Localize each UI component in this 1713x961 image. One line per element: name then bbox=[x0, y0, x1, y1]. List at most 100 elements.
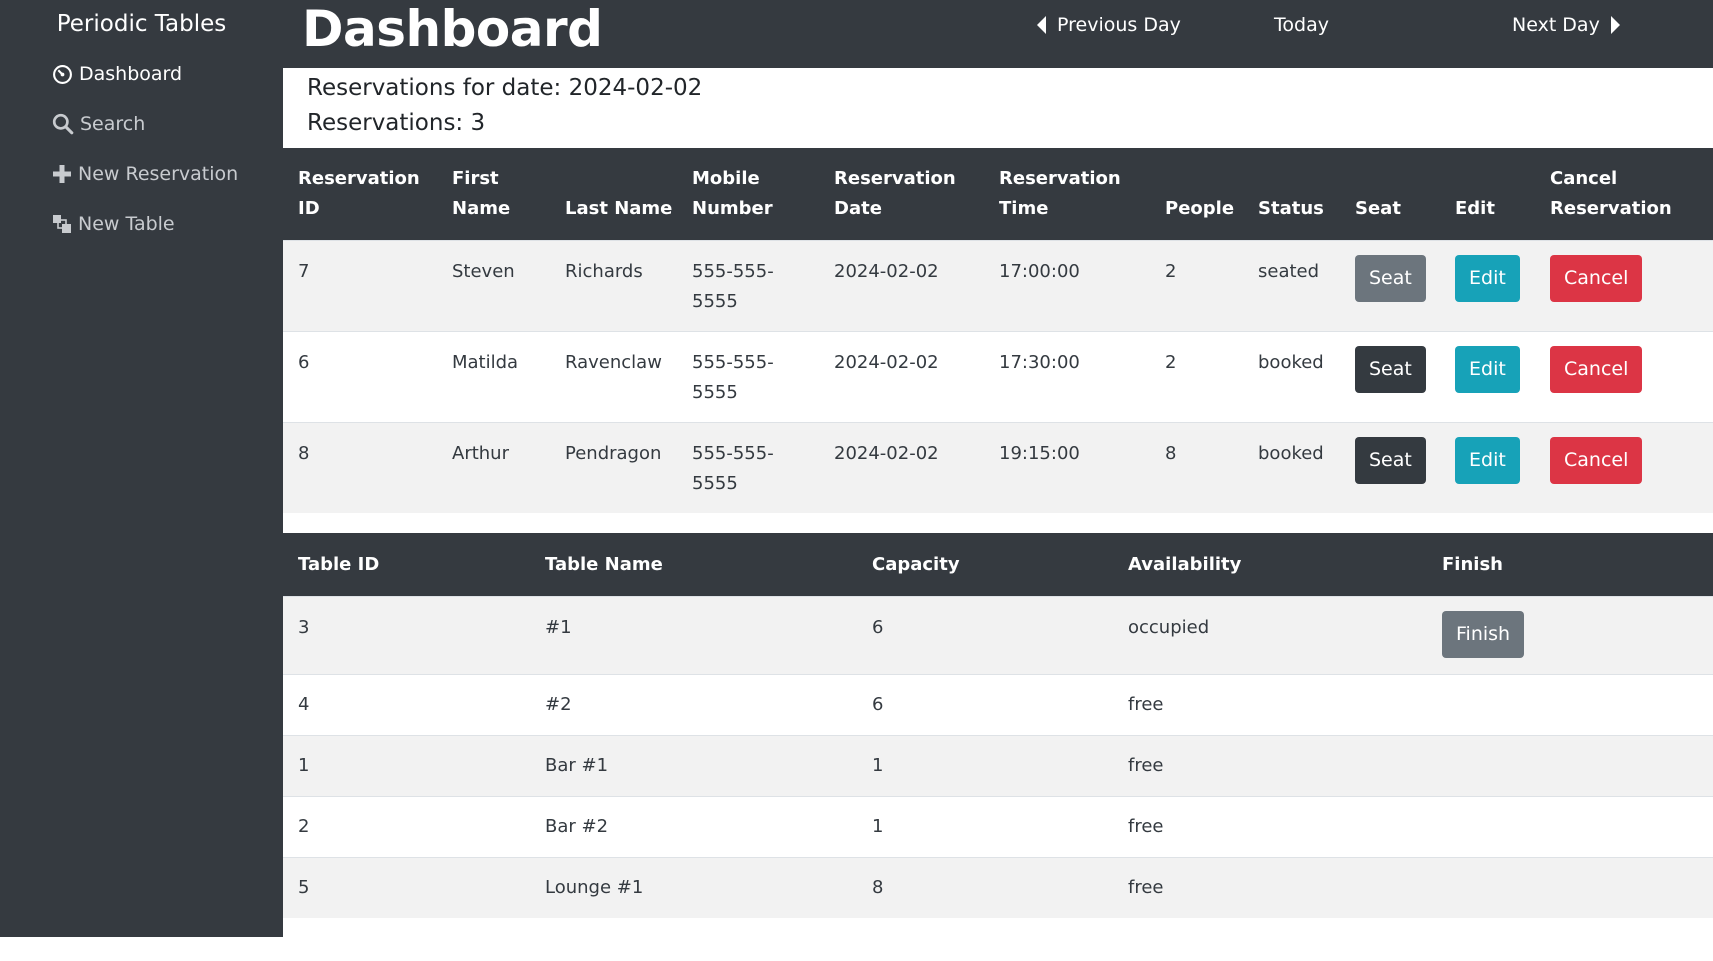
table-name: Bar #1 bbox=[530, 734, 857, 796]
cancel-cell: Cancel bbox=[1535, 330, 1713, 422]
edit-button[interactable]: Edit bbox=[1455, 436, 1520, 484]
sidebar-item-label: Search bbox=[80, 113, 146, 135]
table-capacity: 8 bbox=[857, 856, 1113, 918]
column-header: Availability bbox=[1113, 533, 1427, 596]
sidebar-item-label: Dashboard bbox=[79, 63, 183, 85]
seat-button[interactable]: Seat bbox=[1355, 436, 1426, 484]
column-header: Status bbox=[1243, 148, 1340, 240]
people-count: 2 bbox=[1150, 239, 1243, 331]
sidebar-item-search[interactable]: Search bbox=[52, 109, 145, 139]
seat-button[interactable]: Seat bbox=[1355, 254, 1426, 302]
seat-cell: Seat bbox=[1340, 330, 1440, 422]
reservations-count: Reservations: 3 bbox=[307, 110, 486, 136]
reservation-id: 7 bbox=[283, 239, 437, 331]
previous-day-label: Previous Day bbox=[1057, 14, 1181, 36]
table-id: 2 bbox=[283, 795, 530, 857]
reservation-time: 17:00:00 bbox=[984, 239, 1150, 331]
column-header: Seat bbox=[1340, 148, 1440, 240]
column-header: Edit bbox=[1440, 148, 1535, 240]
column-header: Table ID bbox=[283, 533, 530, 596]
edit-cell: Edit bbox=[1440, 330, 1535, 422]
search-icon bbox=[52, 113, 74, 135]
table-capacity: 1 bbox=[857, 734, 1113, 796]
previous-day-button[interactable]: Previous Day bbox=[1035, 10, 1181, 40]
column-header: Reservation Time bbox=[984, 148, 1150, 240]
seat-cell: Seat bbox=[1340, 421, 1440, 513]
finish-button[interactable]: Finish bbox=[1442, 610, 1525, 658]
column-header: Capacity bbox=[857, 533, 1113, 596]
reservation-row: 6 Matilda Ravenclaw 555-555-5555 2024-02… bbox=[283, 330, 1713, 422]
reservation-date: 2024-02-02 bbox=[819, 239, 984, 331]
reservation-time: 17:30:00 bbox=[984, 330, 1150, 422]
reservation-date: 2024-02-02 bbox=[819, 330, 984, 422]
next-day-label: Next Day bbox=[1512, 14, 1600, 36]
reservations-table: Reservation ID First Name Last Name Mobi… bbox=[283, 148, 1713, 513]
table-availability: free bbox=[1113, 673, 1427, 735]
table-availability: occupied bbox=[1113, 595, 1427, 674]
seat-button[interactable]: Seat bbox=[1355, 345, 1426, 393]
edit-cell: Edit bbox=[1440, 239, 1535, 331]
table-row: 4 #2 6 free bbox=[283, 673, 1713, 735]
sidebar-item-label: New Table bbox=[78, 213, 175, 235]
dashboard-icon bbox=[53, 64, 72, 84]
finish-cell bbox=[1427, 856, 1713, 918]
column-header: Table Name bbox=[530, 533, 857, 596]
tables-icon bbox=[53, 215, 71, 233]
reservation-status: booked bbox=[1243, 330, 1340, 422]
mobile-number: 555-555-5555 bbox=[677, 239, 819, 331]
last-name: Pendragon bbox=[550, 421, 677, 513]
column-header: Last Name bbox=[550, 148, 677, 240]
column-header: Mobile Number bbox=[677, 148, 819, 240]
reservation-status: seated bbox=[1243, 239, 1340, 331]
reservation-row: 8 Arthur Pendragon 555-555-5555 2024-02-… bbox=[283, 421, 1713, 513]
seat-cell: Seat bbox=[1340, 239, 1440, 331]
sidebar-item-new-table[interactable]: New Table bbox=[52, 209, 175, 239]
finish-cell: Finish bbox=[1427, 595, 1713, 674]
table-id: 4 bbox=[283, 673, 530, 735]
column-header: Reservation ID bbox=[283, 148, 437, 240]
brand-title[interactable]: Periodic Tables bbox=[0, 8, 283, 40]
table-row: 1 Bar #1 1 free bbox=[283, 734, 1713, 796]
sidebar-item-dashboard[interactable]: Dashboard bbox=[52, 59, 182, 89]
edit-cell: Edit bbox=[1440, 421, 1535, 513]
column-header: People bbox=[1150, 148, 1243, 240]
first-name: Arthur bbox=[437, 421, 550, 513]
table-id: 5 bbox=[283, 856, 530, 918]
last-name: Richards bbox=[550, 239, 677, 331]
edit-button[interactable]: Edit bbox=[1455, 345, 1520, 393]
last-name: Ravenclaw bbox=[550, 330, 677, 422]
finish-cell bbox=[1427, 673, 1713, 735]
finish-cell bbox=[1427, 795, 1713, 857]
table-capacity: 6 bbox=[857, 595, 1113, 674]
sidebar-item-new-reservation[interactable]: New Reservation bbox=[52, 159, 238, 189]
reservation-time: 19:15:00 bbox=[984, 421, 1150, 513]
column-header: Finish bbox=[1427, 533, 1713, 596]
tables-header-row: Table ID Table Name Capacity Availabilit… bbox=[283, 533, 1713, 596]
column-header: Cancel Reservation bbox=[1535, 148, 1713, 240]
tables-table: Table ID Table Name Capacity Availabilit… bbox=[283, 533, 1713, 918]
cancel-button[interactable]: Cancel bbox=[1550, 254, 1643, 302]
cancel-button[interactable]: Cancel bbox=[1550, 345, 1643, 393]
reservation-row: 7 Steven Richards 555-555-5555 2024-02-0… bbox=[283, 239, 1713, 331]
table-capacity: 1 bbox=[857, 795, 1113, 857]
people-count: 8 bbox=[1150, 421, 1243, 513]
table-capacity: 6 bbox=[857, 673, 1113, 735]
next-day-button[interactable]: Next Day bbox=[1512, 10, 1622, 40]
sidebar: Periodic Tables Dashboard Search New Res… bbox=[0, 0, 283, 937]
table-row: 2 Bar #2 1 free bbox=[283, 795, 1713, 857]
cancel-cell: Cancel bbox=[1535, 421, 1713, 513]
mobile-number: 555-555-5555 bbox=[677, 330, 819, 422]
table-row: 5 Lounge #1 8 free bbox=[283, 856, 1713, 918]
plus-icon bbox=[53, 165, 71, 183]
table-id: 3 bbox=[283, 595, 530, 674]
column-header: First Name bbox=[437, 148, 550, 240]
table-availability: free bbox=[1113, 795, 1427, 857]
reservation-date: 2024-02-02 bbox=[819, 421, 984, 513]
edit-button[interactable]: Edit bbox=[1455, 254, 1520, 302]
table-row: 3 #1 6 occupied Finish bbox=[283, 595, 1713, 674]
table-id: 1 bbox=[283, 734, 530, 796]
table-name: #2 bbox=[530, 673, 857, 735]
today-button[interactable]: Today bbox=[1274, 10, 1329, 40]
cancel-button[interactable]: Cancel bbox=[1550, 436, 1643, 484]
first-name: Matilda bbox=[437, 330, 550, 422]
